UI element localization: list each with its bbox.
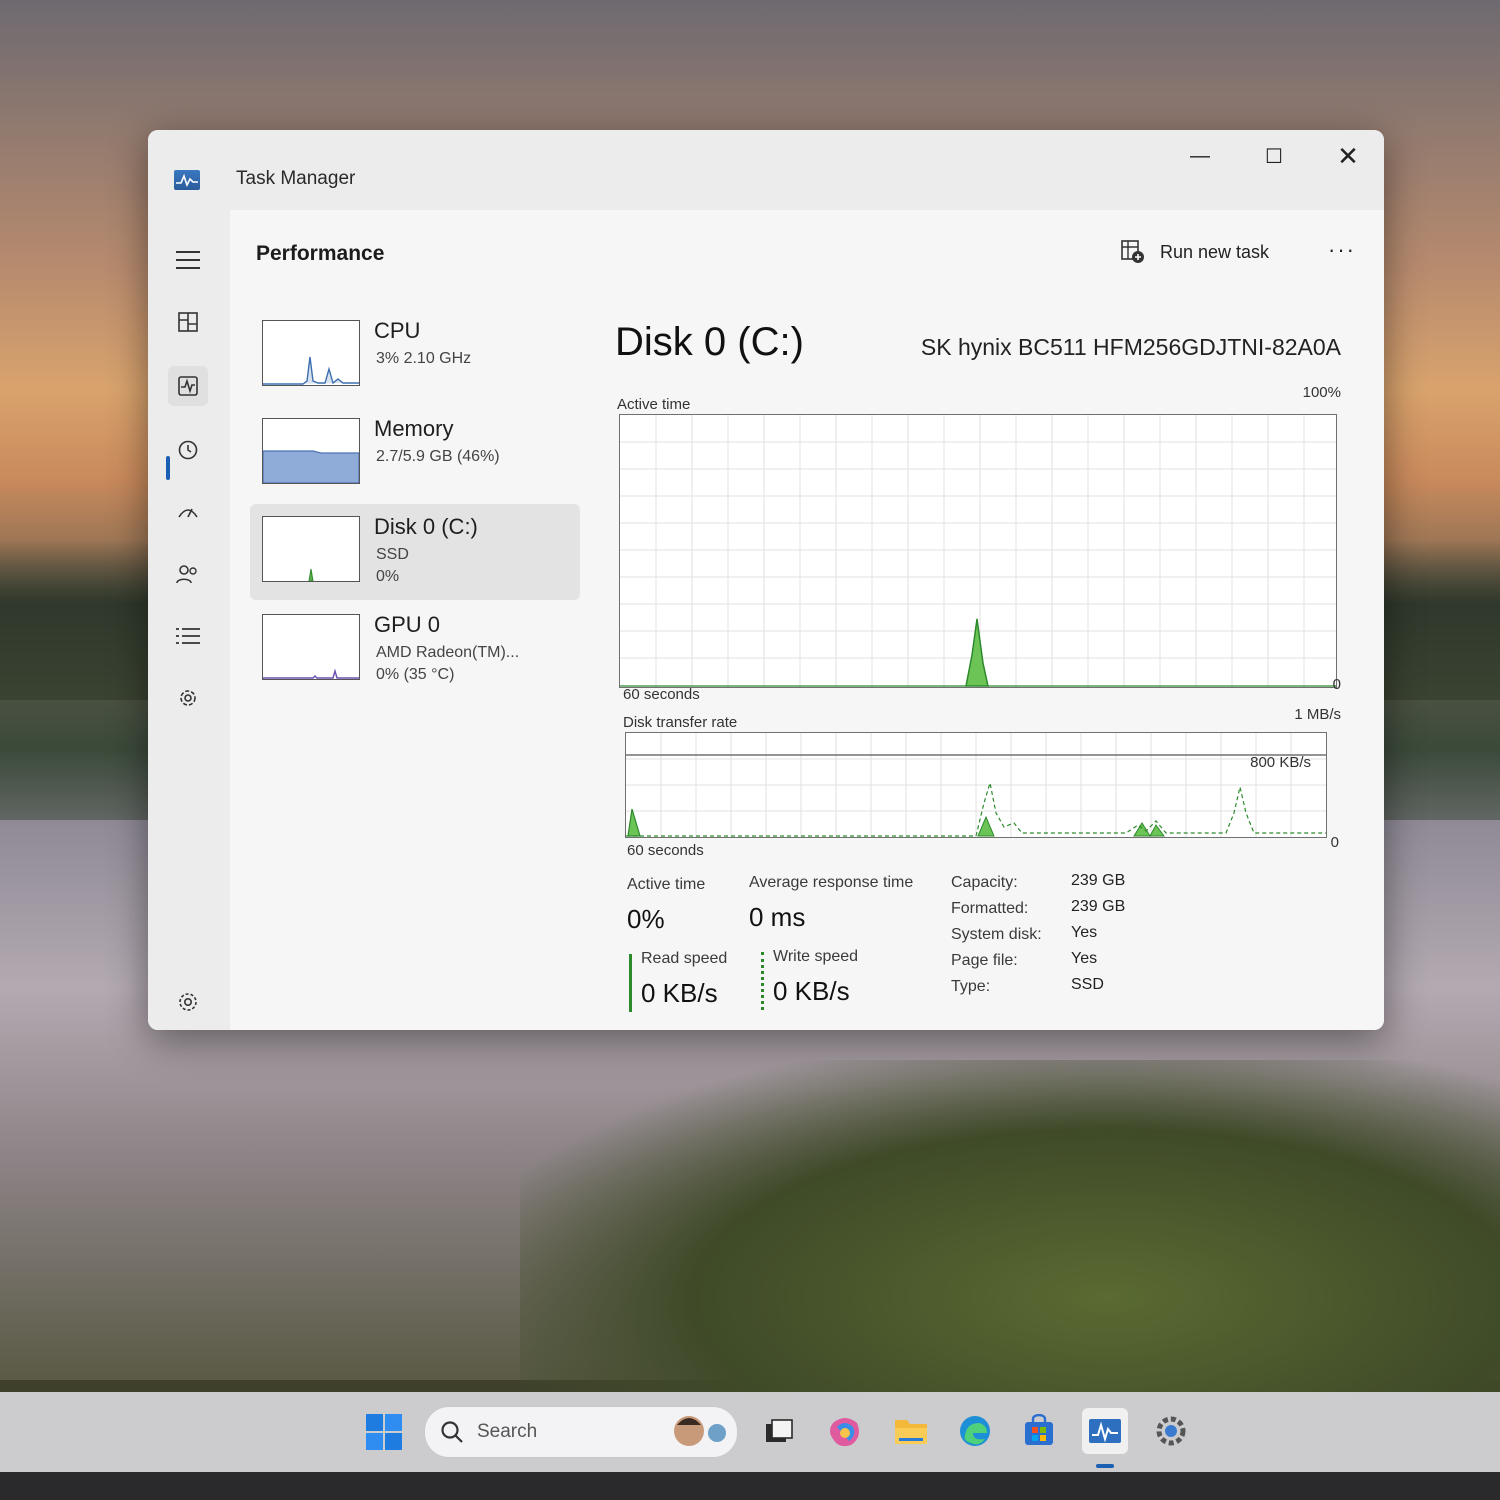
active-time-stat-label: Active time <box>627 876 706 893</box>
property-key: System disk: <box>951 926 1042 943</box>
resource-item-cpu[interactable]: CPU 3% 2.10 GHz <box>250 308 580 404</box>
run-new-task-button[interactable]: Run new task <box>1120 232 1269 272</box>
transfer-graph-label: Disk transfer rate <box>623 714 738 731</box>
resource-usage: 0% (35 °C) <box>376 666 455 683</box>
users-icon[interactable] <box>168 554 208 594</box>
transfer-graph-mid: 800 KB/s <box>1250 754 1311 771</box>
resource-name: Disk 0 (C:) <box>374 514 478 539</box>
property-value: Yes <box>1071 950 1098 967</box>
property-key: Page file: <box>951 952 1018 969</box>
resource-detail: AMD Radeon(TM)... <box>376 644 520 661</box>
resource-item-gpu[interactable]: GPU 0 AMD Radeon(TM)... 0% (35 °C) <box>250 602 580 698</box>
resource-detail: 2.7/5.9 GB (46%) <box>376 448 500 465</box>
monitor-bezel <box>0 1472 1500 1500</box>
resource-item-memory[interactable]: Memory 2.7/5.9 GB (46%) <box>250 406 580 502</box>
resource-name: GPU 0 <box>374 612 441 637</box>
active-time-graph-max: 100% <box>1302 384 1341 401</box>
more-options-button[interactable]: ··· <box>1322 232 1362 268</box>
resource-name: Memory <box>374 416 454 441</box>
task-manager-icon[interactable] <box>1082 1408 1128 1454</box>
disk-title: Disk 0 (C:) <box>615 320 804 364</box>
search-highlight-icon <box>674 1416 726 1446</box>
disk-transfer-graph <box>625 732 1327 838</box>
settings-icon[interactable] <box>1148 1408 1194 1454</box>
active-time-stat-value: 0% <box>627 904 665 934</box>
search-placeholder: Search <box>477 1421 538 1442</box>
active-time-graph-duration: 60 seconds <box>623 686 700 703</box>
property-key: Capacity: <box>951 874 1018 891</box>
taskbar-active-indicator <box>1096 1464 1114 1468</box>
transfer-graph-duration: 60 seconds <box>627 842 704 859</box>
cpu-thumbnail-graph <box>262 320 360 386</box>
task-manager-app-icon <box>174 170 200 190</box>
performance-page: Performance Run new task ··· CPU 3% 2.10… <box>230 210 1384 1030</box>
settings-icon[interactable] <box>168 982 208 1022</box>
page-header: Performance Run new task ··· <box>230 210 1384 290</box>
resource-usage: 0% <box>376 568 400 585</box>
property-key: Type: <box>951 978 991 995</box>
active-time-graph-plot <box>620 415 1336 687</box>
read-speed-label: Read speed <box>641 950 728 967</box>
maximize-button[interactable]: ☐ <box>1244 138 1304 174</box>
resource-name: CPU <box>374 318 421 343</box>
resource-list: CPU 3% 2.10 GHz Memory 2.7/5.9 GB (46%) … <box>250 308 580 700</box>
write-speed-label: Write speed <box>773 948 859 965</box>
edge-icon[interactable] <box>952 1408 998 1454</box>
read-speed-value: 0 KB/s <box>641 978 718 1008</box>
start-icon[interactable] <box>364 1412 404 1452</box>
transfer-graph-max: 1 MB/s <box>1294 706 1341 723</box>
resource-type: SSD <box>376 546 409 563</box>
property-value: 239 GB <box>1071 898 1126 915</box>
active-time-graph <box>619 414 1337 688</box>
window-title: Task Manager <box>236 168 356 189</box>
disk-thumbnail-graph <box>262 516 360 582</box>
disk-model: SK hynix BC511 HFM256GDJTNI-82A0A <box>920 334 1341 360</box>
copilot-icon[interactable] <box>822 1408 868 1454</box>
wallpaper-grass <box>520 1060 1500 1400</box>
performance-icon[interactable] <box>168 366 208 406</box>
run-new-task-label: Run new task <box>1160 241 1270 262</box>
title-bar[interactable]: Task Manager — ☐ ✕ <box>148 130 1384 210</box>
property-value: Yes <box>1071 924 1098 941</box>
task-manager-window: Task Manager — ☐ ✕ Performance Run new t… <box>148 130 1384 1030</box>
app-history-icon[interactable] <box>168 430 208 470</box>
transfer-graph-min: 0 <box>1330 834 1339 851</box>
menu-icon[interactable] <box>168 240 208 280</box>
task-view-icon[interactable] <box>756 1408 802 1454</box>
property-value: 239 GB <box>1071 872 1126 889</box>
active-time-graph-label: Active time <box>617 396 691 413</box>
taskbar: Search <box>0 1392 1500 1472</box>
store-icon[interactable] <box>1016 1408 1062 1454</box>
file-explorer-icon[interactable] <box>888 1408 934 1454</box>
processes-icon[interactable] <box>168 302 208 342</box>
resource-item-disk[interactable]: Disk 0 (C:) SSD 0% <box>250 504 580 600</box>
startup-apps-icon[interactable] <box>168 492 208 532</box>
services-icon[interactable] <box>168 678 208 718</box>
property-key: Formatted: <box>951 900 1029 917</box>
write-speed-value: 0 KB/s <box>773 976 850 1006</box>
memory-thumbnail-graph <box>262 418 360 484</box>
read-speed-indicator <box>629 954 632 1012</box>
transfer-graph-plot <box>626 733 1326 837</box>
navigation-rail <box>148 210 230 1030</box>
search-icon <box>441 1421 463 1443</box>
taskbar-search-box[interactable]: Search <box>424 1406 738 1458</box>
run-new-task-icon <box>1121 240 1144 263</box>
property-value: SSD <box>1071 976 1104 993</box>
write-speed-indicator <box>761 952 764 1010</box>
close-button[interactable]: ✕ <box>1318 138 1378 174</box>
page-title: Performance <box>256 242 385 265</box>
disk-detail-panel: Disk 0 (C:) SK hynix BC511 HFM256GDJTNI-… <box>615 308 1355 1012</box>
minimize-button[interactable]: — <box>1170 138 1230 174</box>
active-time-graph-min: 0 <box>1332 676 1341 693</box>
gpu-thumbnail-graph <box>262 614 360 680</box>
resource-detail: 3% 2.10 GHz <box>376 350 472 367</box>
avg-response-value: 0 ms <box>749 902 806 932</box>
avg-response-label: Average response time <box>749 874 914 891</box>
details-icon[interactable] <box>168 616 208 656</box>
